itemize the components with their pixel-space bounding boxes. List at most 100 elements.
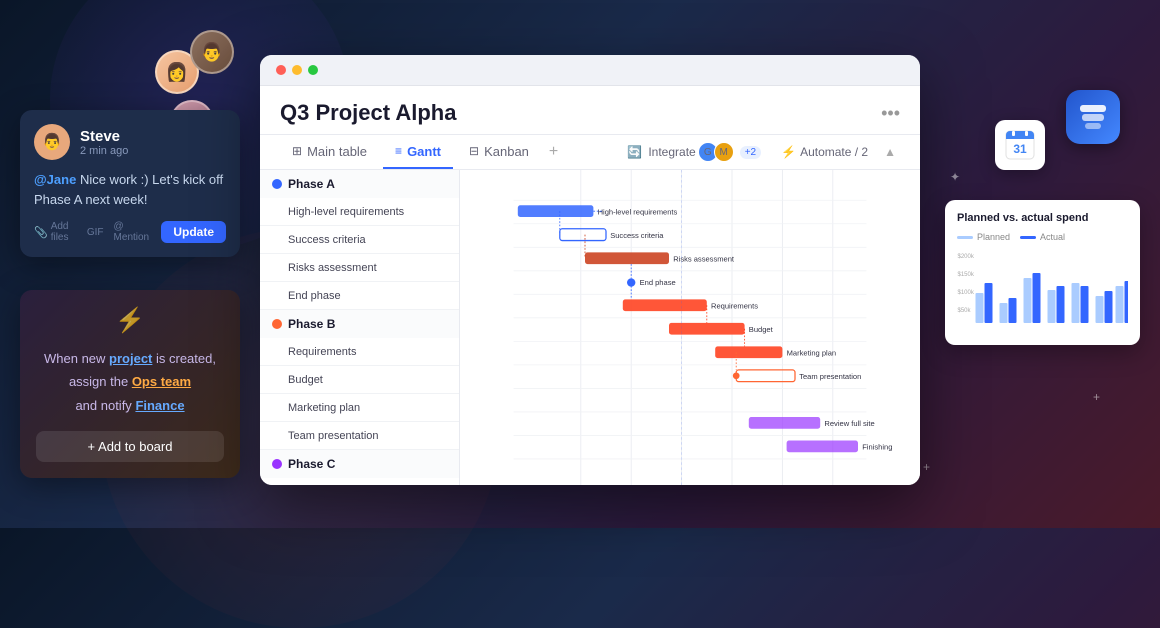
gantt-chart-area: High-level requirements Success criteria… xyxy=(460,170,920,485)
gif-label: GIF xyxy=(87,227,104,238)
chart-legend: Planned Actual xyxy=(957,232,1128,242)
paperclip-icon: 📎 xyxy=(34,226,48,239)
tab-gantt[interactable]: ≡ Gantt xyxy=(383,136,453,169)
automate-label: Automate / 2 xyxy=(800,145,868,159)
svg-text:$50k: $50k xyxy=(958,308,972,314)
kanban-icon: ⊟ xyxy=(469,144,479,158)
svg-text:Review full site: Review full site xyxy=(824,419,874,428)
chart-svg: $200k $150k $100k $50k xyxy=(957,248,1128,328)
task-budget[interactable]: Budget xyxy=(260,366,459,394)
chat-mention: @Jane xyxy=(34,172,76,187)
task-high-level[interactable]: High-level requirements xyxy=(260,198,459,226)
tab-gantt-label: Gantt xyxy=(407,144,441,159)
phase-b-label: Phase B xyxy=(288,317,335,331)
svg-text:Risks assessment: Risks assessment xyxy=(673,255,735,264)
google-calendar-svg: 31 xyxy=(1004,129,1036,161)
automation-project-link[interactable]: project xyxy=(109,351,152,366)
svg-text:Success criteria: Success criteria xyxy=(610,231,664,240)
monday-svg xyxy=(1077,101,1109,133)
automation-finance-link[interactable]: Finance xyxy=(135,398,184,413)
integrate-label: Integrate xyxy=(648,145,695,159)
integrate-avatars: G M xyxy=(702,142,734,162)
sparkle-2: + xyxy=(923,460,930,474)
task-team-presentation[interactable]: Team presentation xyxy=(260,422,459,450)
window-header: Q3 Project Alpha ••• xyxy=(260,86,920,135)
integrate-button[interactable]: 🔄 Integrate G M +2 xyxy=(619,138,769,166)
phase-a-label: Phase A xyxy=(288,177,335,191)
tab-kanban[interactable]: ⊟ Kanban xyxy=(457,136,541,169)
gif-action[interactable]: GIF xyxy=(87,227,104,238)
task-review-full-site[interactable]: Review full site xyxy=(260,478,459,485)
automation-ops-link[interactable]: Ops team xyxy=(132,374,191,389)
svg-text:High-level requirements: High-level requirements xyxy=(598,208,678,217)
close-button[interactable] xyxy=(276,65,286,75)
phase-c-label: Phase C xyxy=(288,457,335,471)
chart-panel: Planned vs. actual spend Planned Actual … xyxy=(945,200,1140,345)
phase-a-header: Phase A xyxy=(260,170,459,198)
tab-main-table[interactable]: ⊞ Main table xyxy=(280,136,379,169)
phase-b-dot xyxy=(272,319,282,329)
gantt-content: Phase A High-level requirements Success … xyxy=(260,170,920,485)
legend-actual: Actual xyxy=(1020,232,1065,242)
window-titlebar xyxy=(260,55,920,86)
phase-c-dot xyxy=(272,459,282,469)
sparkle-4: + xyxy=(1093,390,1100,404)
project-title: Q3 Project Alpha xyxy=(280,100,456,126)
mention-action[interactable]: @ Mention xyxy=(114,221,152,243)
chat-user-info: Steve 2 min ago xyxy=(80,128,128,157)
gantt-icon: ≡ xyxy=(395,144,402,158)
gantt-window: Q3 Project Alpha ••• ⊞ Main table ≡ Gant… xyxy=(260,55,920,485)
add-to-board-button[interactable]: + Add to board xyxy=(36,431,224,462)
legend-planned-color xyxy=(957,236,973,239)
minimize-button[interactable] xyxy=(292,65,302,75)
update-button[interactable]: Update xyxy=(161,221,226,243)
phase-b-header: Phase B xyxy=(260,310,459,338)
monday-avatar: M xyxy=(714,142,734,162)
task-marketing-plan[interactable]: Marketing plan xyxy=(260,394,459,422)
gantt-svg: High-level requirements Success criteria… xyxy=(460,170,920,485)
svg-text:End phase: End phase xyxy=(640,278,676,287)
legend-planned: Planned xyxy=(957,232,1010,242)
chat-card: 👨 Steve 2 min ago @Jane Nice work :) Let… xyxy=(20,110,240,257)
svg-text:Finishing: Finishing xyxy=(862,443,892,452)
task-risks-assessment[interactable]: Risks assessment xyxy=(260,254,459,282)
google-calendar-icon[interactable]: 31 xyxy=(995,120,1045,170)
chat-time: 2 min ago xyxy=(80,145,128,157)
legend-actual-label: Actual xyxy=(1040,232,1065,242)
chat-message: @Jane Nice work :) Let's kick off Phase … xyxy=(34,170,226,209)
svg-text:Team presentation: Team presentation xyxy=(799,372,861,381)
avatar-2: 👨 xyxy=(190,30,234,74)
tab-add-button[interactable]: + xyxy=(545,135,562,169)
svg-text:$200k: $200k xyxy=(958,254,975,260)
svg-text:Marketing plan: Marketing plan xyxy=(787,349,837,358)
phase-c-header: Phase C xyxy=(260,450,459,478)
collapse-button[interactable]: ▲ xyxy=(880,141,900,163)
chat-actions: 📎 Add files GIF @ Mention Update xyxy=(34,221,226,243)
header-menu-button[interactable]: ••• xyxy=(881,103,900,124)
automate-button[interactable]: ⚡ Automate / 2 xyxy=(773,141,876,163)
integrate-count: +2 xyxy=(740,146,761,159)
window-tabs: ⊞ Main table ≡ Gantt ⊟ Kanban + 🔄 Integr… xyxy=(260,135,920,170)
monday-icon[interactable] xyxy=(1066,90,1120,144)
legend-actual-color xyxy=(1020,236,1036,239)
add-files-action[interactable]: 📎 Add files xyxy=(34,221,77,243)
table-icon: ⊞ xyxy=(292,144,302,158)
chart-title: Planned vs. actual spend xyxy=(957,212,1128,224)
chat-username: Steve xyxy=(80,128,128,145)
integrate-icon: 🔄 xyxy=(627,145,642,159)
phase-a-dot xyxy=(272,179,282,189)
svg-text:Budget: Budget xyxy=(749,325,774,334)
task-end-phase-a[interactable]: End phase xyxy=(260,282,459,310)
task-success-criteria[interactable]: Success criteria xyxy=(260,226,459,254)
svg-text:31: 31 xyxy=(1013,142,1027,156)
task-requirements[interactable]: Requirements xyxy=(260,338,459,366)
sparkle-3: ✦ xyxy=(950,170,960,184)
automation-text: When new project is created, assign the … xyxy=(36,347,224,417)
automate-icon: ⚡ xyxy=(781,145,796,159)
chat-header: 👨 Steve 2 min ago xyxy=(34,124,226,160)
maximize-button[interactable] xyxy=(308,65,318,75)
automation-icon: ⚡ xyxy=(36,306,224,335)
at-icon: @ Mention xyxy=(114,221,152,243)
add-files-label: Add files xyxy=(51,221,77,243)
svg-text:$150k: $150k xyxy=(958,272,975,278)
